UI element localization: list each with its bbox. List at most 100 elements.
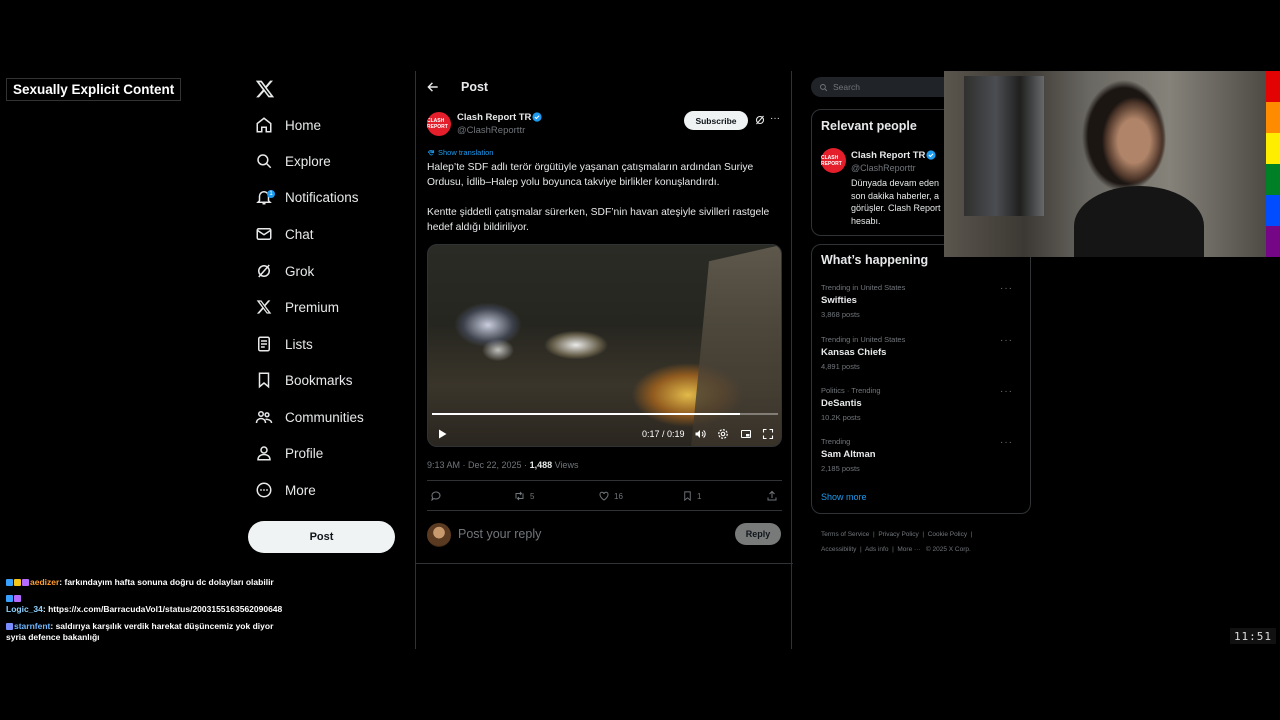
nav-grok-label: Grok — [285, 263, 315, 279]
trend-name: Kansas Chiefs — [821, 347, 887, 358]
webcam-streamer — [1074, 186, 1204, 257]
heart-icon — [599, 491, 609, 501]
reply-input[interactable]: Post your reply — [458, 527, 541, 541]
footer-ads-link[interactable]: Ads info — [865, 546, 889, 553]
trend-item[interactable]: Trending in United States Swifties 3,868… — [821, 283, 1021, 319]
show-translation-link[interactable]: Show translation — [427, 148, 493, 157]
nav-home[interactable]: Home — [253, 107, 321, 143]
nav-more[interactable]: More — [253, 472, 316, 508]
rainbow-stripe-band — [1266, 71, 1280, 102]
nav-grok[interactable]: Grok — [253, 253, 314, 289]
page-title: Post — [461, 80, 489, 94]
nav-lists[interactable]: Lists — [253, 326, 313, 362]
chat-username: starnfent — [14, 621, 51, 631]
whats-happening-title: What’s happening — [821, 253, 929, 267]
picture-in-picture-icon[interactable] — [740, 428, 752, 440]
subscribe-button[interactable]: Subscribe — [684, 111, 748, 130]
settings-gear-icon[interactable] — [717, 428, 729, 440]
more-options-icon[interactable]: ··· — [1000, 335, 1013, 346]
verified-badge-icon — [532, 112, 542, 122]
verified-badge-icon — [926, 150, 936, 160]
trend-item[interactable]: Trending Sam Altman 2,185 posts ··· — [821, 437, 1021, 473]
more-options-icon[interactable]: ··· — [1000, 437, 1013, 448]
home-icon — [253, 114, 275, 136]
like-action[interactable]: 16 — [598, 490, 623, 502]
trend-item[interactable]: Trending in United States Kansas Chiefs … — [821, 335, 1021, 371]
reply-button[interactable]: Reply — [735, 523, 781, 545]
search-icon — [253, 150, 275, 172]
repost-action[interactable]: 5 — [513, 490, 534, 502]
trend-context: Trending in United States — [821, 335, 906, 344]
grok-icon — [253, 260, 275, 282]
reply-action[interactable] — [430, 490, 446, 502]
search-placeholder: Search — [833, 82, 860, 92]
video-progress-bar[interactable] — [432, 413, 778, 415]
volume-icon[interactable] — [694, 428, 706, 440]
nav-premium[interactable]: Premium — [253, 289, 339, 325]
more-options-icon[interactable]: ··· — [1000, 283, 1013, 294]
bookmark-icon — [684, 491, 691, 502]
chat-text: https://x.com/BarracudaVol1/status/20031… — [48, 604, 283, 614]
x-logo-icon[interactable] — [254, 79, 276, 99]
grok-icon[interactable] — [754, 114, 766, 126]
nav-communities-label: Communities — [285, 409, 364, 425]
nav-bookmarks-label: Bookmarks — [285, 372, 353, 388]
trend-item[interactable]: Politics · Trending DeSantis 10.2K posts… — [821, 386, 1021, 422]
video-player[interactable]: 0:17 / 0:19 — [427, 244, 782, 447]
more-options-icon[interactable]: ··· — [770, 114, 782, 125]
clock-time: 11:51 — [1230, 628, 1276, 644]
repost-icon — [515, 491, 524, 501]
post-timestamp[interactable]: 9:13 AM · Dec 22, 2025 · — [427, 460, 530, 470]
chat-badge-icon — [22, 579, 29, 587]
nav-explore[interactable]: Explore — [253, 143, 331, 179]
chat-badge-icon — [14, 579, 21, 587]
footer-privacy-link[interactable]: Privacy Policy — [878, 531, 918, 538]
chat-message: aedizer: farkındayım hafta sonuna doğru … — [6, 577, 286, 588]
notification-badge: 1 — [267, 190, 275, 198]
relevant-person-name[interactable]: Clash Report TR — [851, 150, 925, 161]
reply-bubble-icon — [431, 491, 441, 502]
relevant-person-avatar[interactable]: CLASH REPORT — [821, 148, 846, 173]
rainbow-stripe-band — [1266, 195, 1280, 226]
footer-accessibility-link[interactable]: Accessibility — [821, 546, 856, 553]
footer-terms-link[interactable]: Terms of Service — [821, 531, 869, 538]
translate-icon — [427, 149, 435, 155]
show-translation-label: Show translation — [438, 148, 494, 157]
trend-context: Trending in United States — [821, 283, 906, 292]
show-more-link[interactable]: Show more — [821, 492, 867, 502]
nav-chat-label: Chat — [285, 226, 314, 242]
view-count: 1,488 — [529, 460, 553, 470]
divider — [427, 480, 782, 481]
nav-communities[interactable]: Communities — [253, 399, 364, 435]
author-avatar[interactable]: CLASH REPORT — [427, 112, 451, 136]
nav-notifications[interactable]: 1 Notifications — [253, 179, 359, 215]
nav-profile-label: Profile — [285, 445, 324, 461]
rainbow-stripe-band — [1266, 102, 1280, 133]
rainbow-stripe-band — [1266, 133, 1280, 164]
like-count: 16 — [614, 491, 623, 501]
communities-icon — [253, 406, 275, 428]
trend-count: 4,891 posts — [821, 362, 860, 371]
post-button[interactable]: Post — [248, 521, 395, 553]
footer-cookie-link[interactable]: Cookie Policy — [928, 531, 967, 538]
nav-notifications-label: Notifications — [285, 189, 359, 205]
chat-message: Logic_34: https://x.com/BarracudaVol1/st… — [6, 593, 286, 615]
nav-chat[interactable]: Chat — [253, 216, 314, 252]
post-text-paragraph: Kentte şiddetli çatışmalar sürerken, SDF… — [427, 207, 770, 233]
nav-explore-label: Explore — [285, 153, 331, 169]
back-arrow-icon[interactable] — [426, 80, 440, 94]
video-time: 0:17 / 0:19 — [642, 429, 685, 439]
nav-bookmarks[interactable]: Bookmarks — [253, 362, 353, 398]
author-handle[interactable]: @ClashReporttr — [457, 125, 525, 136]
trend-name: Sam Altman — [821, 449, 876, 460]
chat-badge-icon — [14, 595, 21, 603]
nav-profile[interactable]: Profile — [253, 435, 323, 471]
footer-more-link[interactable]: More ··· — [897, 546, 920, 553]
fullscreen-icon[interactable] — [762, 428, 774, 440]
play-icon[interactable] — [436, 428, 448, 440]
author-name[interactable]: Clash Report TR — [457, 112, 531, 123]
share-action[interactable] — [766, 490, 778, 502]
more-options-icon[interactable]: ··· — [1000, 386, 1013, 397]
bookmark-action[interactable]: 1 — [682, 490, 701, 502]
rainbow-stripe-band — [1266, 164, 1280, 195]
